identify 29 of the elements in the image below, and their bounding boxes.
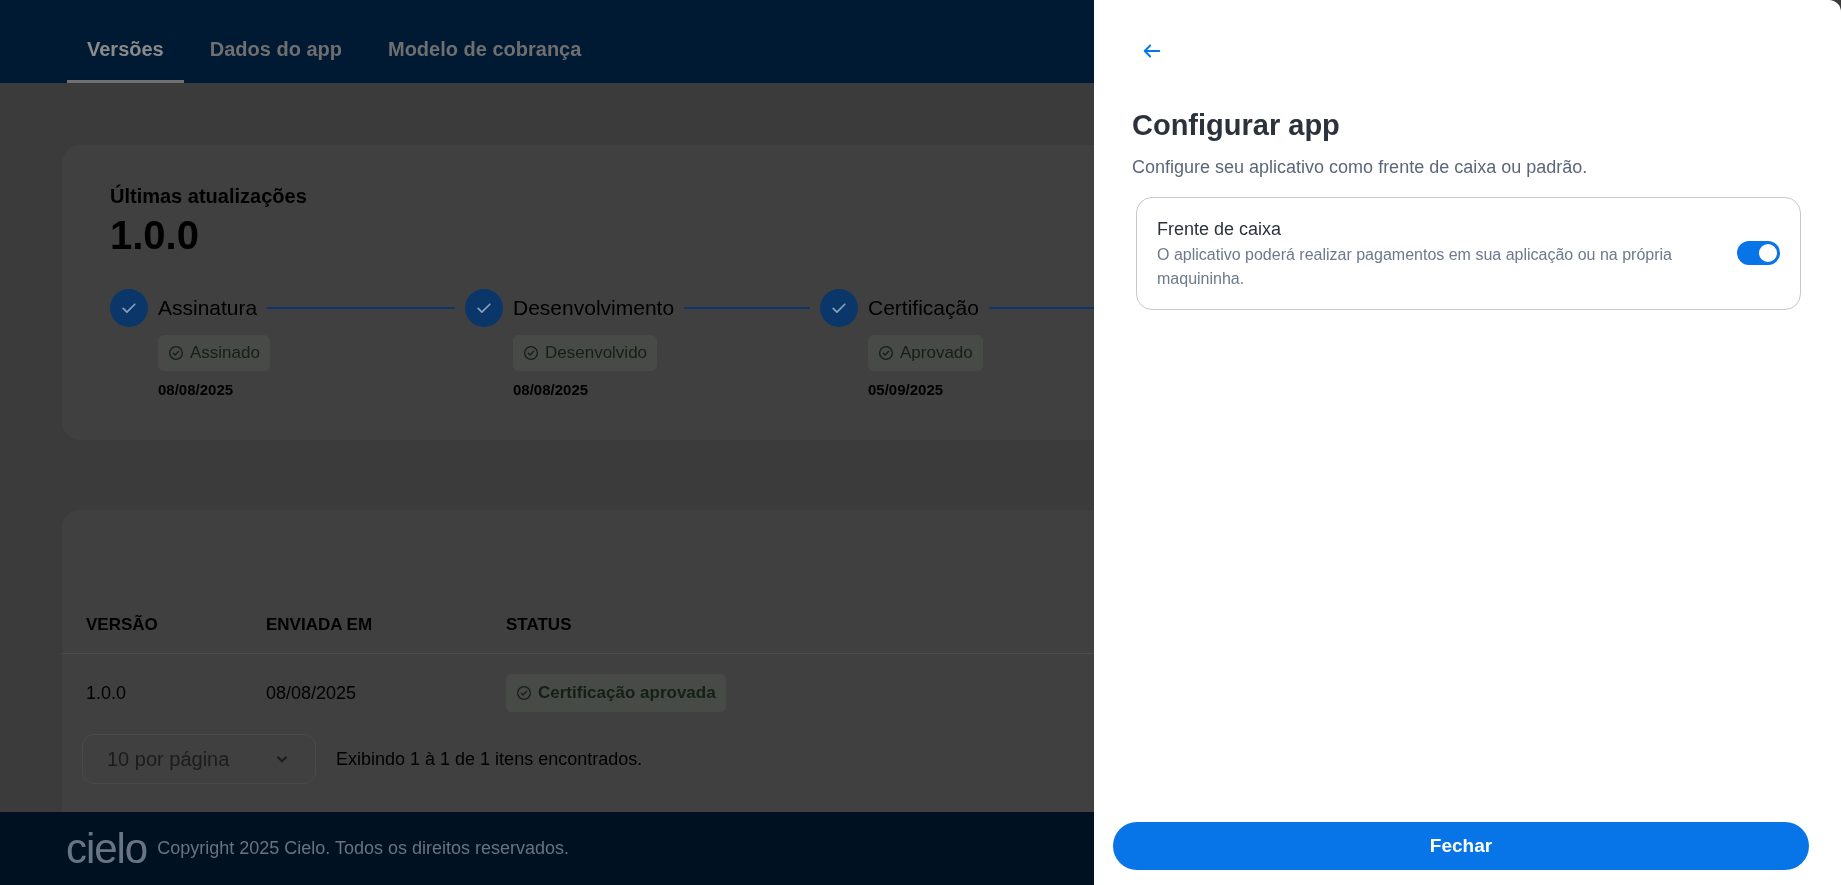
drawer-title: Configurar app [1132, 108, 1341, 143]
column-header: STATUS [506, 613, 573, 636]
close-button[interactable]: Fechar [1113, 822, 1809, 870]
step-label: Assinatura [158, 295, 258, 322]
tab[interactable]: Dados do app [189, 34, 362, 83]
copyright-text: Copyright 2025 Cielo. Todos os direitos reservados. [157, 837, 570, 860]
option-label: Frente de caixa [1157, 217, 1283, 241]
column-header: VERSÃO [85, 613, 159, 636]
step-date: 08/08/2025 [513, 379, 589, 400]
toggle-switch[interactable] [1737, 241, 1780, 265]
option-description: O aplicativo poderá realizar pagamentos em sua aplicação ou na própria maquininha. [1157, 244, 1673, 289]
check-circle-icon [168, 344, 184, 361]
tab[interactable]: Modelo de cobrança [367, 34, 602, 83]
pagination-summary: Exibindo 1 à 1 de 1 itens encontrados. [336, 747, 643, 771]
check-circle-icon [878, 344, 894, 361]
step-date: 05/09/2025 [868, 379, 944, 400]
table-cell-text: 1.0.0 [85, 681, 128, 705]
drawer-subtitle: Configure seu aplicativo como frente de caixa ou padrão. [1132, 155, 1589, 179]
check-circle-icon [523, 344, 539, 361]
logo: cielo [66, 827, 148, 870]
step-label: Desenvolvimento [513, 295, 675, 322]
step-date: 08/08/2025 [158, 379, 234, 400]
step-label: Certificação [868, 295, 979, 322]
table-cell-text: 08/08/2025 [266, 681, 358, 705]
check-circle-icon [516, 685, 532, 701]
version-number: 1.0.0 [110, 212, 200, 259]
card-title: Últimas atualizações [110, 183, 308, 209]
tab[interactable]: Versões [67, 34, 184, 83]
column-header: ENVIADA EM [266, 613, 374, 636]
